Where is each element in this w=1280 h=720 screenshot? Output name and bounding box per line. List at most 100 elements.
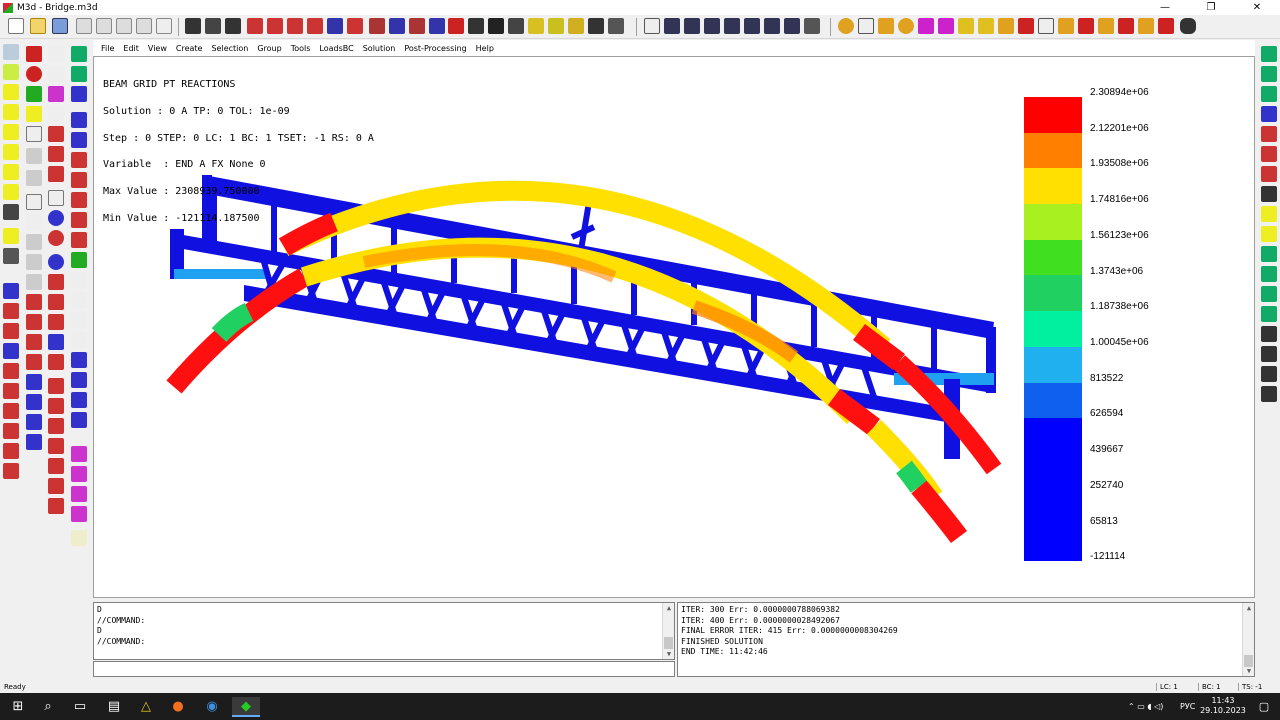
- tool-a11-icon[interactable]: [26, 254, 42, 270]
- tool-a6-icon[interactable]: [26, 148, 42, 164]
- zoom-window-icon[interactable]: [858, 18, 874, 34]
- mirror-icon[interactable]: [429, 18, 445, 34]
- tool-b14-icon[interactable]: [71, 312, 87, 328]
- tool-b11-icon[interactable]: [71, 252, 87, 268]
- command-history[interactable]: D //COMMAND: D //COMMAND: ▲ ▼: [93, 602, 675, 660]
- tool-b6-icon[interactable]: [71, 152, 87, 168]
- tool-b15-icon[interactable]: [71, 332, 87, 348]
- ellipse-tool-icon[interactable]: [48, 254, 64, 270]
- log-scrollbar[interactable]: ▲ ▼: [1242, 603, 1254, 676]
- tool-r10-icon[interactable]: [1261, 226, 1277, 242]
- options-icon[interactable]: [1180, 18, 1196, 34]
- app-warning-icon[interactable]: △: [136, 697, 156, 717]
- tool-2-icon[interactable]: [3, 64, 19, 80]
- render-icon[interactable]: [998, 18, 1014, 34]
- element-icon[interactable]: [267, 18, 283, 34]
- tool-8-icon[interactable]: [3, 184, 19, 200]
- browser-icon[interactable]: ◉: [202, 697, 222, 717]
- copy-elem-icon[interactable]: [389, 18, 405, 34]
- delete-icon[interactable]: [588, 18, 604, 34]
- light-icon[interactable]: [958, 18, 974, 34]
- language-indicator[interactable]: РУС: [1180, 693, 1195, 720]
- ruler-icon[interactable]: [548, 18, 564, 34]
- grid-tool-icon[interactable]: [48, 126, 64, 142]
- tool-b5-icon[interactable]: [71, 132, 87, 148]
- tool-b18-icon[interactable]: [71, 392, 87, 408]
- results-icon[interactable]: [1158, 18, 1174, 34]
- tool-r18-icon[interactable]: [1261, 386, 1277, 402]
- tool-17-icon[interactable]: [3, 383, 19, 399]
- tool-13-icon[interactable]: [3, 303, 19, 319]
- tool-r17-icon[interactable]: [1261, 366, 1277, 382]
- tool-a1-icon[interactable]: [26, 46, 42, 62]
- search-icon[interactable]: ⌕: [38, 697, 58, 717]
- arc-icon[interactable]: [307, 18, 323, 34]
- tool-a4-icon[interactable]: [26, 106, 42, 122]
- tool-3-icon[interactable]: [3, 84, 19, 100]
- view-top-icon[interactable]: [704, 18, 720, 34]
- menu-tools[interactable]: Tools: [291, 44, 311, 53]
- view-iso-icon[interactable]: [744, 18, 760, 34]
- tool-b12-icon[interactable]: [71, 272, 87, 288]
- tool-a10-icon[interactable]: [26, 234, 42, 250]
- tool-b19-icon[interactable]: [71, 412, 87, 428]
- menu-help[interactable]: Help: [476, 44, 494, 53]
- tool-r7-icon[interactable]: [1261, 166, 1277, 182]
- tool-a5-icon[interactable]: [26, 126, 42, 142]
- notepad-icon[interactable]: ▤: [104, 697, 124, 717]
- tool-a18-icon[interactable]: [26, 394, 42, 410]
- shade-icon[interactable]: [978, 18, 994, 34]
- tool-12-icon[interactable]: [3, 283, 19, 299]
- pick-icon[interactable]: [1038, 18, 1054, 34]
- deform-icon[interactable]: [1118, 18, 1134, 34]
- tool-20-icon[interactable]: [3, 443, 19, 459]
- tool-6-icon[interactable]: [3, 144, 19, 160]
- tool-a19-icon[interactable]: [26, 414, 42, 430]
- edit-line-icon[interactable]: [568, 18, 584, 34]
- tool-b3-icon[interactable]: [71, 86, 87, 102]
- label-icon[interactable]: [1058, 18, 1074, 34]
- tool-r5-icon[interactable]: [1261, 126, 1277, 142]
- line-icon[interactable]: [287, 18, 303, 34]
- mesh5-tool-icon[interactable]: [48, 458, 64, 474]
- scroll-up-icon[interactable]: ▲: [1243, 603, 1255, 613]
- tool-r8-icon[interactable]: [1261, 186, 1277, 202]
- tool-r2-icon[interactable]: [1261, 66, 1277, 82]
- tool-a14-icon[interactable]: [26, 314, 42, 330]
- tool-a16-icon[interactable]: [26, 354, 42, 370]
- menu-view[interactable]: View: [148, 44, 167, 53]
- print-icon[interactable]: [136, 18, 152, 34]
- tool-a7-icon[interactable]: [26, 170, 42, 186]
- start-icon[interactable]: ⊞: [8, 697, 28, 717]
- axis-icon[interactable]: [468, 18, 484, 34]
- tool-a13-icon[interactable]: [26, 294, 42, 310]
- scroll-up-icon[interactable]: ▲: [663, 603, 675, 613]
- mesh4-tool-icon[interactable]: [48, 438, 64, 454]
- group-icon[interactable]: [327, 18, 343, 34]
- notifications-icon[interactable]: ▢: [1254, 697, 1274, 717]
- tool-r12-icon[interactable]: [1261, 266, 1277, 282]
- tool-15-icon[interactable]: [3, 343, 19, 359]
- help-icon[interactable]: [156, 18, 172, 34]
- close-button[interactable]: ✕: [1234, 0, 1280, 15]
- tool-r13-icon[interactable]: [1261, 286, 1277, 302]
- paste-icon[interactable]: [116, 18, 132, 34]
- tool-4-icon[interactable]: [3, 104, 19, 120]
- tool-9-icon[interactable]: [3, 204, 19, 220]
- arc-tool-icon[interactable]: [48, 230, 64, 246]
- tool-b24-icon[interactable]: [71, 530, 87, 546]
- draw-icon[interactable]: [185, 18, 201, 34]
- menu-loadsbc[interactable]: LoadsBC: [319, 44, 353, 53]
- contour-icon[interactable]: [1098, 18, 1114, 34]
- tool-b4-icon[interactable]: [71, 112, 87, 128]
- tool-a20-icon[interactable]: [26, 434, 42, 450]
- menu-create[interactable]: Create: [176, 44, 203, 53]
- mesh7-tool-icon[interactable]: [48, 498, 64, 514]
- view-pan-icon[interactable]: [804, 18, 820, 34]
- tool-r3-icon[interactable]: [1261, 86, 1277, 102]
- scroll-down-icon[interactable]: ▼: [1243, 666, 1255, 676]
- move-icon[interactable]: [369, 18, 385, 34]
- pointer-icon[interactable]: [644, 18, 660, 34]
- mesh3-tool-icon[interactable]: [48, 418, 64, 434]
- tool-r6-icon[interactable]: [1261, 146, 1277, 162]
